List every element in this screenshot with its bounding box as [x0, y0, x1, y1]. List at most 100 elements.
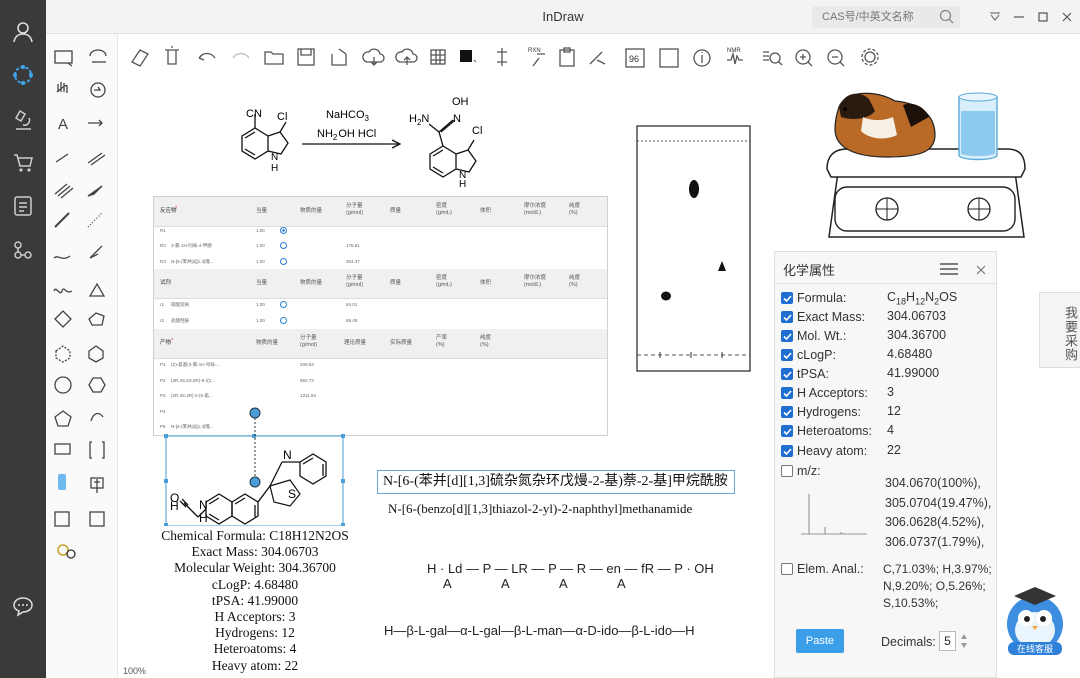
open-button[interactable] [262, 44, 286, 68]
clean-button[interactable] [585, 44, 609, 68]
hand-tool[interactable] [51, 77, 77, 103]
radio-r2[interactable] [280, 242, 287, 249]
maximize-button[interactable] [1034, 8, 1052, 26]
select-tool[interactable] [51, 44, 77, 70]
prop-row-heteroatoms[interactable]: Heteroatoms: [781, 423, 872, 439]
decimals-input[interactable]: 5 [939, 631, 956, 651]
cloud-upload-button[interactable] [395, 44, 419, 68]
eraser-button[interactable] [128, 44, 152, 68]
prop-row-hydrogens[interactable]: Hydrogens: [781, 404, 861, 420]
benzene-tool[interactable] [85, 374, 111, 400]
tpsa-checkbox[interactable] [781, 368, 793, 380]
double-bond-tool[interactable] [85, 143, 111, 169]
redo-button[interactable] [229, 44, 253, 68]
info-button[interactable] [690, 44, 714, 68]
user-icon[interactable] [9, 18, 37, 46]
square-ring-tool[interactable] [51, 308, 77, 334]
arrow-tool[interactable] [85, 110, 111, 136]
save-button[interactable] [294, 44, 318, 68]
hash-bond-tool[interactable] [85, 209, 111, 235]
formula-checkbox[interactable] [781, 292, 793, 304]
prop-row-formula[interactable]: Formula: [781, 290, 846, 306]
orbital-tool[interactable] [51, 506, 77, 532]
selected-molecule[interactable]: O H N H N S [160, 406, 350, 526]
online-service-widget[interactable]: 在线客服 [1004, 582, 1066, 656]
cloud-download-button[interactable] [362, 44, 386, 68]
hexagon-ring-tool[interactable] [85, 341, 111, 367]
prop-row-exact-mass[interactable]: Exact Mass: [781, 309, 865, 325]
curve-tool[interactable] [51, 275, 77, 301]
image-button[interactable] [657, 44, 681, 68]
zoom-in-button[interactable] [791, 44, 815, 68]
triple-bond-tool[interactable] [51, 176, 77, 202]
prop-row-mol-wt[interactable]: Mol. Wt.: [781, 328, 846, 344]
purchase-tab[interactable]: 我要采购 [1039, 292, 1080, 368]
glassware-tool[interactable] [51, 473, 77, 499]
prop-row-h-acceptors[interactable]: H Acceptors: [781, 385, 868, 401]
h-acceptors-checkbox[interactable] [781, 387, 793, 399]
radio-r1[interactable] [280, 227, 287, 234]
settings-button[interactable] [858, 44, 882, 68]
align-button[interactable] [490, 44, 514, 68]
elem-anal-checkbox[interactable] [781, 563, 793, 575]
bold-bond-tool[interactable] [51, 209, 77, 235]
search-icon[interactable] [939, 9, 954, 29]
minimize-button[interactable] [1010, 8, 1028, 26]
triangle-ring-tool[interactable] [85, 275, 111, 301]
cyclopentadiene-tool[interactable] [51, 407, 77, 433]
document-icon[interactable] [9, 192, 37, 220]
single-bond-tool[interactable] [51, 143, 77, 169]
color-button[interactable] [456, 44, 480, 68]
find-button[interactable] [758, 44, 782, 68]
zoom-out-button[interactable] [823, 44, 847, 68]
dice-tool[interactable] [85, 506, 111, 532]
template-tool[interactable] [85, 473, 111, 499]
plate-96-button[interactable] [623, 44, 647, 68]
rectangle-tool[interactable] [51, 440, 77, 466]
prop-row-elem-anal[interactable]: Elem. Anal.: [781, 561, 864, 577]
grid-button[interactable] [426, 44, 450, 68]
nmr-button[interactable] [724, 44, 748, 68]
radio-reagent-2[interactable] [280, 317, 287, 324]
lasso-tool[interactable] [85, 44, 111, 70]
chat-icon[interactable] [9, 592, 37, 620]
cart-icon[interactable] [9, 149, 37, 177]
cycloheptane-tool[interactable] [51, 374, 77, 400]
hydrogens-checkbox[interactable] [781, 406, 793, 418]
wedge-bond-tool[interactable] [85, 176, 111, 202]
menu-icon[interactable] [940, 262, 958, 280]
prop-row-mz[interactable]: m/z: [781, 463, 821, 479]
clipboard-button[interactable] [555, 44, 579, 68]
wavy-bond-tool[interactable] [85, 242, 111, 268]
delete-button[interactable] [160, 44, 184, 68]
clogp-checkbox[interactable] [781, 349, 793, 361]
prop-row-clogp[interactable]: cLogP: [781, 347, 836, 363]
dropdown-icon[interactable] [986, 8, 1004, 26]
cyclohexane-tool[interactable] [51, 341, 77, 367]
prop-row-tpsa[interactable]: tPSA: [781, 366, 829, 382]
pentagon-ring-tool[interactable] [85, 308, 111, 334]
close-panel-icon[interactable] [976, 262, 986, 280]
text-tool[interactable] [51, 110, 77, 136]
mol-wt-checkbox[interactable] [781, 330, 793, 342]
search-input[interactable] [812, 6, 930, 28]
search-structure-tool[interactable] [51, 539, 77, 565]
chain-tool[interactable] [51, 242, 77, 268]
chinese-name[interactable]: N-[6-(苯并[d][1,3]硫杂氮杂环戊熳-2-基)萘-2-基]甲烷酰胺 [377, 470, 735, 494]
network-icon[interactable] [9, 236, 37, 264]
prop-row-heavy-atom[interactable]: Heavy atom: [781, 443, 867, 459]
bracket-tool[interactable] [85, 440, 111, 466]
exact-mass-checkbox[interactable] [781, 311, 793, 323]
undo-button[interactable] [195, 44, 219, 68]
mz-checkbox[interactable] [781, 465, 793, 477]
rxn-button[interactable] [523, 44, 547, 68]
close-button[interactable] [1058, 8, 1076, 26]
heteroatoms-checkbox[interactable] [781, 425, 793, 437]
heavy-atom-checkbox[interactable] [781, 445, 793, 457]
radio-r3[interactable] [280, 258, 287, 265]
decimals-stepper-icon[interactable] [960, 631, 968, 656]
molecule-icon[interactable] [9, 61, 37, 89]
radio-reagent-1[interactable] [280, 301, 287, 308]
rotate-tool[interactable] [85, 77, 111, 103]
microscope-icon[interactable] [9, 106, 37, 134]
